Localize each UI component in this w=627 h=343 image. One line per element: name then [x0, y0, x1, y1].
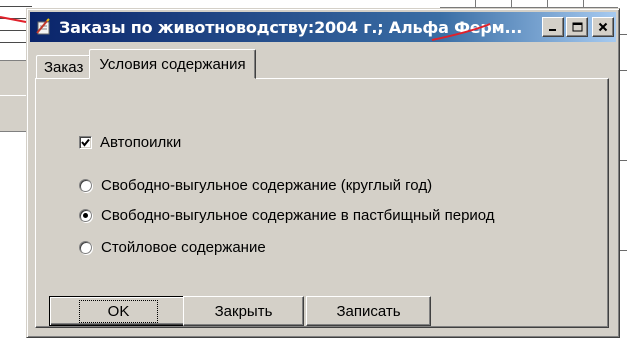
tab-housing-conditions[interactable]: Условия содержания [89, 49, 256, 79]
